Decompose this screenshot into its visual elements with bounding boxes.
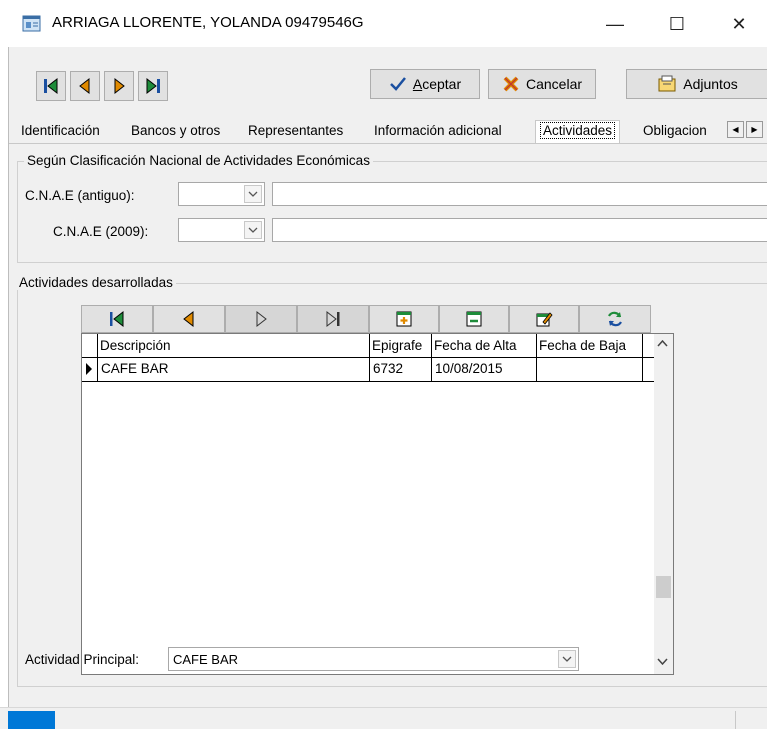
tab-informacion-adicional[interactable]: Información adicional [372,123,504,143]
attachments-button[interactable]: Adjuntos [626,69,767,99]
close-button[interactable]: ✕ [716,8,762,40]
principal-label: Actividad Principal: [25,652,140,667]
title-bar: ARRIAGA LLORENTE, YOLANDA 09479546G — ☐ … [0,0,767,47]
scroll-up-button[interactable] [657,338,668,350]
cancel-button[interactable]: Cancelar [488,69,596,99]
chevron-up-icon [657,339,668,347]
arrow-right-icon: ▶ [751,125,758,134]
cnae-new-label: C.N.A.E (2009): [53,224,149,239]
grid-vertical-scrollbar[interactable] [654,334,673,674]
first-record-icon [110,310,124,328]
minimize-button[interactable]: — [592,8,638,40]
edit-record-icon [536,312,553,327]
principal-value: CAFE BAR [173,652,239,667]
cnae-group: Según Clasificación Nacional de Activida… [17,153,767,263]
tab-bancos[interactable]: Bancos y otros [129,123,222,143]
column-header-fecha-alta[interactable]: Fecha de Alta [432,334,537,358]
grid-header: Descripción Epigrafe Fecha de Alta Fecha… [82,334,655,358]
tab-identificacion[interactable]: Identificación [19,123,102,143]
column-header-fecha-baja[interactable]: Fecha de Baja [537,334,643,358]
activities-group-title: Actividades desarrolladas [16,275,176,290]
checkmark-icon [389,77,406,91]
accept-button[interactable]: Aceptar [370,69,480,99]
last-record-icon [146,77,160,95]
principal-dropdown-button[interactable] [558,650,576,668]
main-area: Aceptar Cancelar Adjuntos Identificación… [8,47,767,707]
chevron-down-icon [248,227,258,233]
tab-actividades[interactable]: Actividades [535,120,621,143]
grid-last-button[interactable] [297,305,369,333]
cnae-old-combo[interactable] [178,182,265,206]
tab-representantes[interactable]: Representantes [246,123,345,143]
status-progress-segment [8,711,55,729]
cell-descripcion[interactable]: CAFE BAR [98,358,370,381]
table-row[interactable]: CAFE BAR 6732 10/08/2015 [82,358,655,382]
cnae-old-description-field[interactable] [272,182,767,206]
delete-record-icon [466,311,482,327]
first-record-button[interactable] [36,71,66,101]
insert-record-icon [396,311,412,327]
column-header-epigrafe[interactable]: Epigrafe [370,334,432,358]
grid-edit-button[interactable] [509,305,579,333]
prev-record-icon [79,77,90,95]
row-indicator [82,358,98,381]
grid-prev-button[interactable] [153,305,225,333]
first-record-icon [44,77,58,95]
window-title: ARRIAGA LLORENTE, YOLANDA 09479546G [52,14,364,31]
refresh-icon [608,311,622,327]
column-header-descripcion[interactable]: Descripción [98,334,370,358]
next-record-icon [256,310,267,328]
chevron-down-icon [248,191,258,197]
tab-scroll-left-button[interactable]: ◀ [727,121,744,138]
current-row-arrow-icon [86,363,92,375]
cnae-new-combo[interactable] [178,218,265,242]
record-toolbar: Aceptar Cancelar Adjuntos [9,47,767,113]
grid-delete-button[interactable] [439,305,509,333]
prev-record-button[interactable] [70,71,100,101]
next-record-icon [114,77,125,95]
cell-fecha-baja[interactable] [537,358,643,381]
cnae-old-dropdown-button[interactable] [244,185,262,203]
chevron-down-icon [657,658,668,666]
attachments-label: Adjuntos [683,76,738,92]
grid-refresh-button[interactable] [579,305,651,333]
arrow-left-icon: ◀ [732,125,739,134]
app-window-icon [22,15,41,32]
cnae-new-description-field[interactable] [272,218,767,242]
tab-obligaciones[interactable]: Obligacion [641,123,726,143]
next-record-button[interactable] [104,71,134,101]
grid-first-button[interactable] [81,305,153,333]
last-record-icon [326,310,340,328]
prev-record-icon [183,310,194,328]
maximize-button[interactable]: ☐ [654,8,700,40]
activities-grid[interactable]: Descripción Epigrafe Fecha de Alta Fecha… [81,333,674,675]
grid-insert-button[interactable] [369,305,439,333]
status-separator [735,711,736,729]
scroll-down-button[interactable] [657,656,668,668]
tab-strip: Identificación Bancos y otros Representa… [9,120,767,143]
cancel-x-icon [503,76,519,92]
scroll-thumb[interactable] [656,576,671,598]
attachments-icon [658,75,676,92]
principal-combo[interactable]: CAFE BAR [168,647,579,671]
grid-indicator-header [82,334,98,358]
last-record-button[interactable] [138,71,168,101]
grid-next-button[interactable] [225,305,297,333]
accept-label: Aceptar [412,76,462,92]
cell-epigrafe[interactable]: 6732 [370,358,432,381]
chevron-down-icon [562,656,572,662]
cnae-group-title: Según Clasificación Nacional de Activida… [24,153,373,168]
cnae-new-dropdown-button[interactable] [244,221,262,239]
cnae-old-label: C.N.A.E (antiguo): [25,188,135,203]
tab-scroll-right-button[interactable]: ▶ [746,121,763,138]
status-bar [0,707,767,729]
cell-fecha-alta[interactable]: 10/08/2015 [432,358,537,381]
cancel-label: Cancelar [525,76,583,92]
